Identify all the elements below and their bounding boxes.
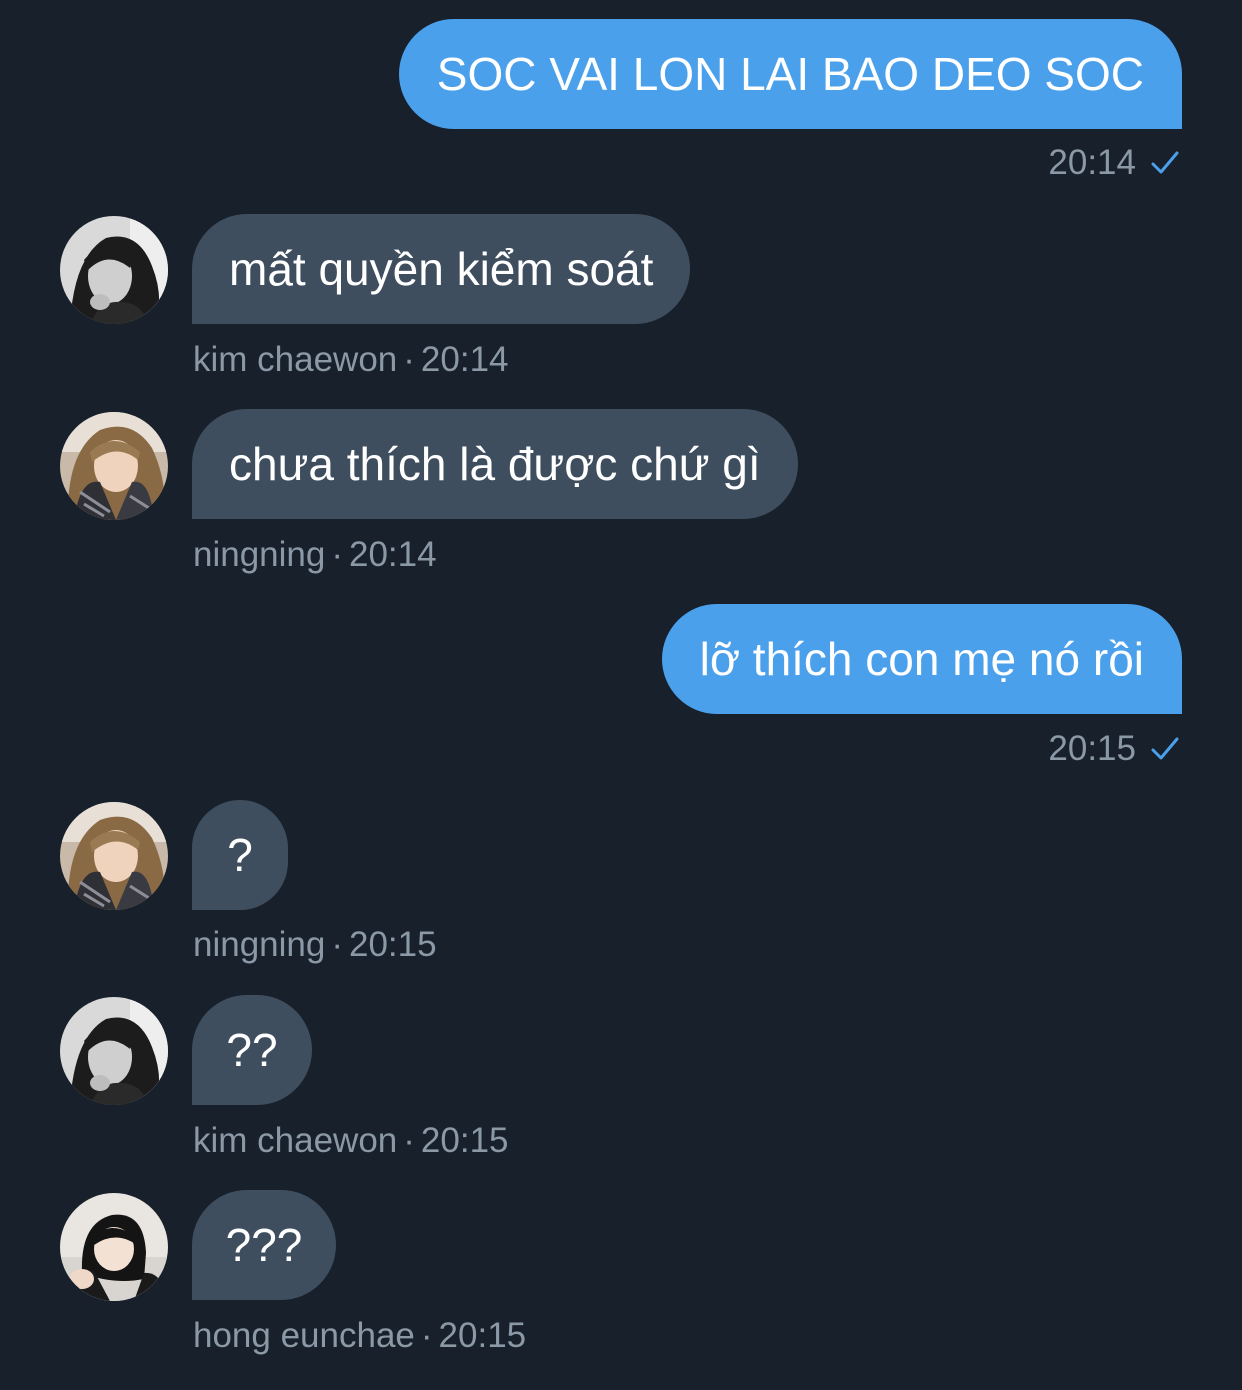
message-meta: kim chaewon · 20:15 xyxy=(193,1121,509,1161)
message-meta: hong eunchae · 20:15 xyxy=(193,1316,526,1356)
message-text: ??? xyxy=(225,1219,303,1271)
message-meta: kim chaewon · 20:14 xyxy=(193,340,509,380)
meta-separator: · xyxy=(331,535,343,574)
sender-name: ningning xyxy=(193,535,326,574)
checkmark-icon xyxy=(1150,736,1180,762)
message-meta: 20:14 xyxy=(1048,143,1180,183)
avatar-ningning[interactable] xyxy=(60,412,168,520)
chat-thread[interactable]: SOC VAI LON LAI BAO DEO SOC 20:14 mất qu… xyxy=(0,0,1242,1390)
message-bubble-incoming[interactable]: ? xyxy=(192,800,288,910)
message-bubble-outgoing[interactable]: lỡ thích con mẹ nó rồi xyxy=(661,604,1182,714)
meta-separator: · xyxy=(403,340,415,379)
message-meta: ningning · 20:14 xyxy=(193,535,437,575)
message-bubble-outgoing[interactable]: SOC VAI LON LAI BAO DEO SOC xyxy=(398,19,1182,129)
message-text: lỡ thích con mẹ nó rồi xyxy=(699,633,1144,685)
sender-name: kim chaewon xyxy=(193,340,398,379)
message-bubble-incoming[interactable]: ??? xyxy=(192,1190,336,1300)
message-text: mất quyền kiểm soát xyxy=(229,243,654,295)
message-time: 20:14 xyxy=(420,340,509,379)
message-time: 20:15 xyxy=(438,1316,527,1355)
checkmark-icon xyxy=(1150,150,1180,176)
message-bubble-incoming[interactable]: mất quyền kiểm soát xyxy=(192,214,691,324)
message-time: 20:15 xyxy=(349,925,437,964)
message-text: ? xyxy=(227,829,253,881)
message-meta: 20:15 xyxy=(1048,729,1180,769)
meta-separator: · xyxy=(403,1121,415,1160)
sender-name: hong eunchae xyxy=(193,1316,415,1355)
avatar-hong-eunchae[interactable] xyxy=(60,1193,168,1301)
avatar-kim-chaewon[interactable] xyxy=(60,997,168,1105)
avatar-kim-chaewon[interactable] xyxy=(60,216,168,324)
message-meta: ningning · 20:15 xyxy=(193,925,437,965)
message-time: 20:15 xyxy=(1048,729,1136,768)
message-text: ?? xyxy=(226,1024,278,1076)
sender-name: ningning xyxy=(193,925,326,964)
message-bubble-incoming[interactable]: ?? xyxy=(192,995,312,1105)
avatar-ningning[interactable] xyxy=(60,802,168,910)
sender-name: kim chaewon xyxy=(193,1121,398,1160)
message-text: chưa thích là được chứ gì xyxy=(229,438,761,490)
meta-separator: · xyxy=(331,925,343,964)
message-bubble-incoming[interactable]: chưa thích là được chứ gì xyxy=(192,409,798,519)
message-time: 20:15 xyxy=(420,1121,509,1160)
message-time: 20:14 xyxy=(1048,143,1136,182)
message-time: 20:14 xyxy=(349,535,437,574)
meta-separator: · xyxy=(420,1316,433,1355)
message-text: SOC VAI LON LAI BAO DEO SOC xyxy=(436,48,1144,100)
